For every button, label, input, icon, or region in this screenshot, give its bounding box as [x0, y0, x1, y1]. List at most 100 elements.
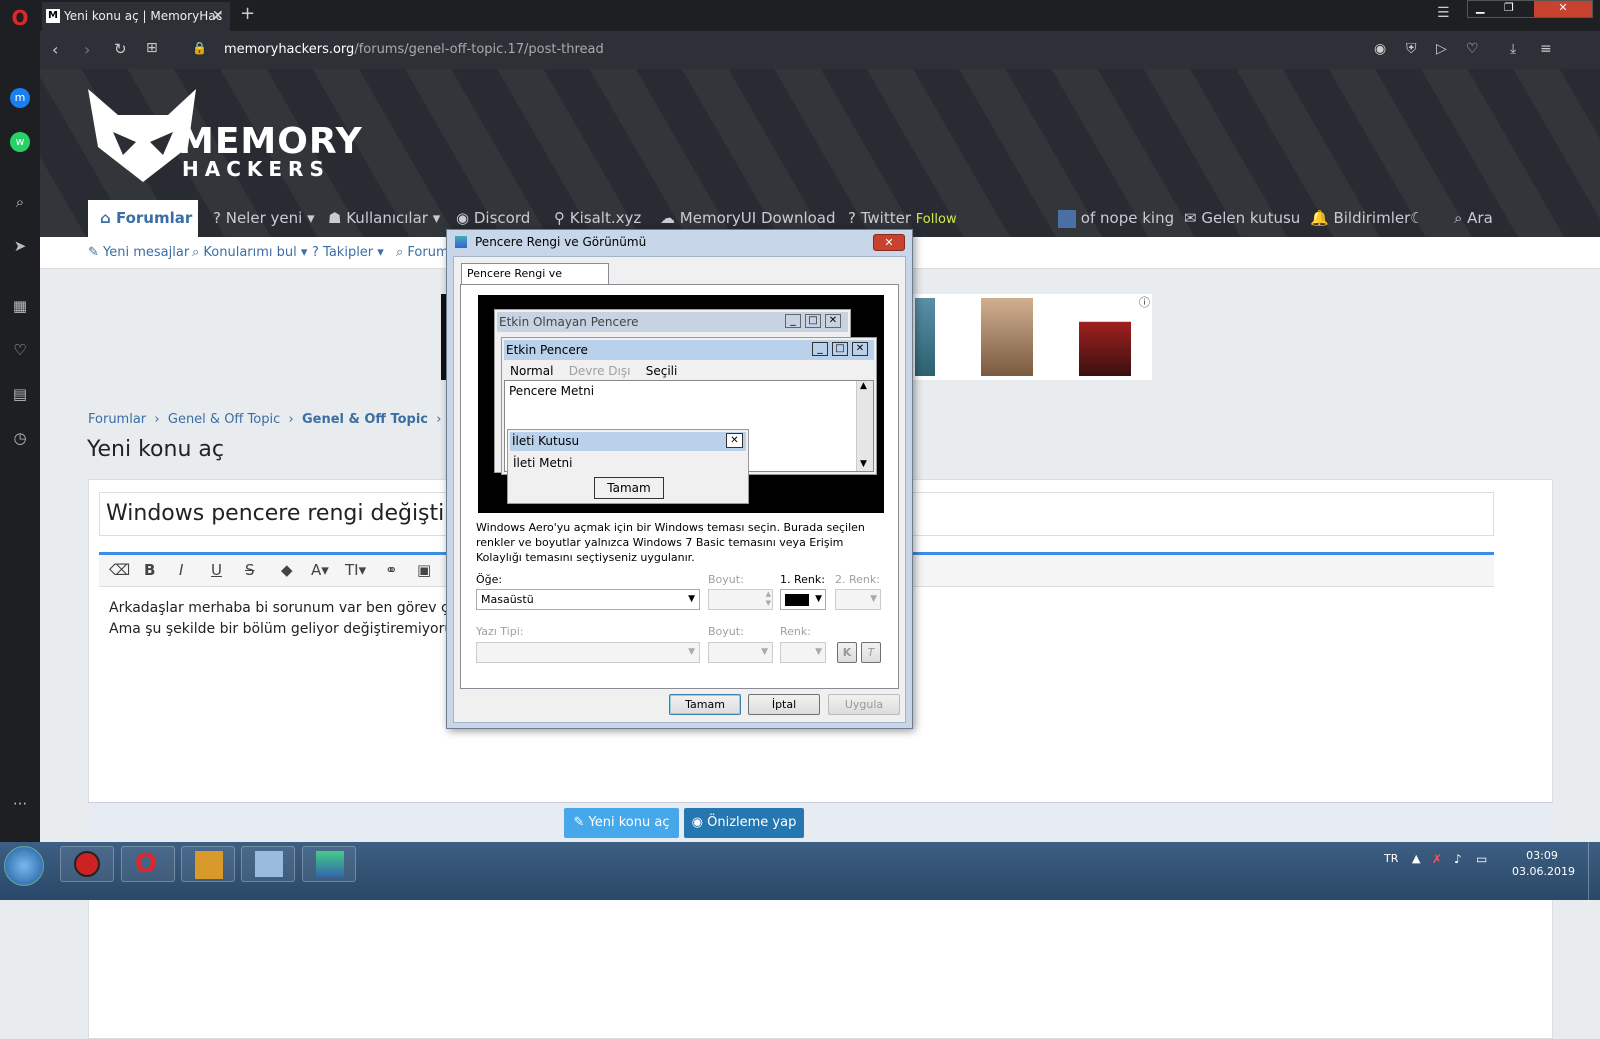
close-tab-icon[interactable]: ✕ [212, 2, 224, 31]
clock[interactable]: 03:09 03.06.2019 [1512, 848, 1575, 880]
url-field[interactable]: memoryhackers.org/forums/genel-off-topic… [224, 42, 604, 57]
taskbar-app-1[interactable] [60, 846, 114, 882]
tray-expand-icon[interactable]: ▲ [1412, 852, 1420, 865]
history-icon[interactable]: ◷ [10, 428, 30, 448]
bookmark-heart-icon[interactable]: ♡ [1466, 41, 1479, 57]
subnav-my-threads[interactable]: ⌕ Konularımı bul ▾ [192, 245, 307, 260]
link-icon[interactable]: ⚭ [385, 561, 398, 579]
browser-tab[interactable]: M Yeni konu aç | MemoryHac ✕ [42, 2, 230, 31]
camera-icon[interactable]: ◉ [1374, 41, 1386, 57]
taskbar-personalize[interactable] [302, 846, 356, 882]
taskbar-csgo[interactable] [181, 846, 235, 882]
post-thread-button[interactable]: ✎ Yeni konu aç [564, 808, 679, 838]
more-icon[interactable]: ··· [10, 794, 30, 814]
msgbox-title: İleti Kutusu [510, 432, 746, 451]
theme-toggle-icon[interactable]: ☾ [1410, 200, 1423, 237]
tabs-grid-icon[interactable]: ⊞ [146, 40, 158, 56]
preview-area[interactable]: Etkin Olmayan Pencere _ □ ✕ Etkin Pencer… [478, 295, 884, 513]
font-select[interactable]: ▼ [476, 642, 700, 663]
nav-twitter-label: Twitter [860, 209, 912, 227]
clear-format-icon[interactable]: ⌫ [109, 561, 130, 579]
inactive-close-icon: ✕ [825, 314, 841, 328]
page-title: Yeni konu aç [87, 437, 224, 462]
clock-time: 03:09 [1526, 849, 1558, 862]
action-center-icon[interactable]: ▭ [1476, 852, 1487, 866]
tab-menu-icon[interactable]: ☰ [1437, 5, 1450, 21]
tab-panel: Etkin Olmayan Pencere _ □ ✕ Etkin Pencer… [460, 284, 899, 689]
new-tab-icon[interactable]: + [240, 3, 255, 24]
download-icon[interactable]: ⤓ [1510, 41, 1516, 57]
site-favicon-icon: M [46, 9, 60, 23]
personalize-icon [316, 851, 344, 877]
font-color-picker[interactable]: ▼ [780, 642, 826, 663]
tab-color-appearance[interactable]: Pencere Rengi ve Görünümü [461, 263, 609, 300]
whatsapp-icon[interactable]: w [10, 132, 30, 152]
strike-icon[interactable]: S [245, 561, 255, 579]
reload-icon[interactable]: ↻ [114, 40, 127, 58]
network-icon[interactable]: ✗ [1432, 852, 1442, 866]
user-menu[interactable]: of nope king [1058, 200, 1174, 237]
forward-icon[interactable]: › [84, 40, 90, 59]
inbox-label: Gelen kutusu [1201, 209, 1301, 227]
send-page-icon[interactable]: ▷ [1436, 41, 1447, 57]
breadcrumb-item[interactable]: Genel & Off Topic [168, 412, 280, 427]
volume-icon[interactable]: ♪ [1454, 852, 1462, 866]
italic-icon[interactable]: I [179, 561, 183, 579]
ad-info-icon[interactable]: ⓘ [1139, 294, 1150, 310]
chevron-down-icon: ▼ [870, 594, 877, 604]
nav-members[interactable]: ☗ Kullanıcılar ▾ [328, 200, 440, 237]
italic-toggle[interactable]: T [861, 642, 881, 663]
color1-picker[interactable]: ▼ [780, 589, 826, 610]
lock-icon: 🔒 [192, 41, 207, 55]
search-icon[interactable]: ⌕ [10, 192, 30, 212]
underline-icon[interactable]: U [211, 561, 222, 579]
heart-icon[interactable]: ♡ [10, 340, 30, 360]
shield-icon[interactable]: ⛨ [1406, 41, 1417, 57]
preview-button[interactable]: ◉ Önizleme yap [684, 808, 804, 838]
bold-toggle[interactable]: K [837, 642, 857, 663]
speed-dial-icon[interactable]: ▦ [10, 296, 30, 316]
breadcrumb-item[interactable]: Forumlar [88, 412, 146, 427]
subnav-forum-search[interactable]: ⌕ Forum [396, 245, 449, 260]
nav-whats-new-label: Neler yeni [225, 209, 303, 227]
preview-scrollbar: ▲ ▼ [856, 381, 873, 471]
back-icon[interactable]: ‹ [52, 40, 58, 59]
easy-setup-icon[interactable]: ≡ [1540, 41, 1552, 57]
image-icon[interactable]: ▣ [417, 561, 431, 579]
messenger-icon[interactable]: m [10, 88, 30, 108]
item-select[interactable]: Masaüstü ▼ [476, 589, 700, 610]
apply-button[interactable]: Uygula [828, 694, 900, 715]
size-spinner[interactable]: ▲ ▼ [708, 589, 773, 610]
ok-button[interactable]: Tamam [669, 694, 741, 715]
alerts-link[interactable]: 🔔 Bildirimler [1310, 200, 1410, 237]
start-button[interactable] [4, 846, 44, 886]
close-window-icon[interactable]: ✕ [1534, 1, 1592, 17]
inbox-link[interactable]: ✉ Gelen kutusu [1184, 200, 1300, 237]
send-icon[interactable]: ➤ [10, 236, 30, 256]
cancel-button[interactable]: İptal [748, 694, 820, 715]
color2-picker[interactable]: ▼ [835, 589, 881, 610]
show-desktop-button[interactable] [1588, 842, 1600, 900]
breadcrumb-item[interactable]: Genel & Off Topic [302, 412, 428, 427]
font-size-select[interactable]: ▼ [708, 642, 773, 663]
search-link[interactable]: ⌕ Ara [1454, 200, 1493, 237]
opera-logo-icon[interactable]: O [10, 8, 30, 28]
subnav-watched[interactable]: ? Takipler ▾ [312, 245, 384, 260]
color-icon[interactable]: ◆ [281, 561, 293, 579]
news-icon[interactable]: ▤ [10, 384, 30, 404]
scroll-up-icon: ▲ [860, 381, 867, 391]
language-indicator[interactable]: TR [1384, 852, 1398, 865]
minimize-icon[interactable]: ▁ [1476, 1, 1484, 14]
dialog-close-icon[interactable]: ✕ [873, 234, 905, 251]
subnav-new-posts[interactable]: ✎ Yeni mesajlar [88, 245, 189, 260]
restore-icon[interactable]: ❐ [1504, 1, 1514, 14]
item-label: Öğe: [476, 573, 503, 586]
font-icon[interactable]: A▾ [311, 561, 329, 579]
text-size-icon[interactable]: TI▾ [345, 561, 366, 579]
taskbar-control-panel[interactable] [241, 846, 295, 882]
bold-icon[interactable]: B [144, 561, 155, 579]
taskbar-opera[interactable]: O [121, 846, 175, 882]
post-body-editor[interactable]: Arkadaşlar merhaba bi sorunum var ben gö… [109, 598, 475, 640]
nav-forumlar[interactable]: ⌂ Forumlar [88, 200, 198, 237]
nav-whats-new[interactable]: ? Neler yeni ▾ [213, 200, 315, 237]
